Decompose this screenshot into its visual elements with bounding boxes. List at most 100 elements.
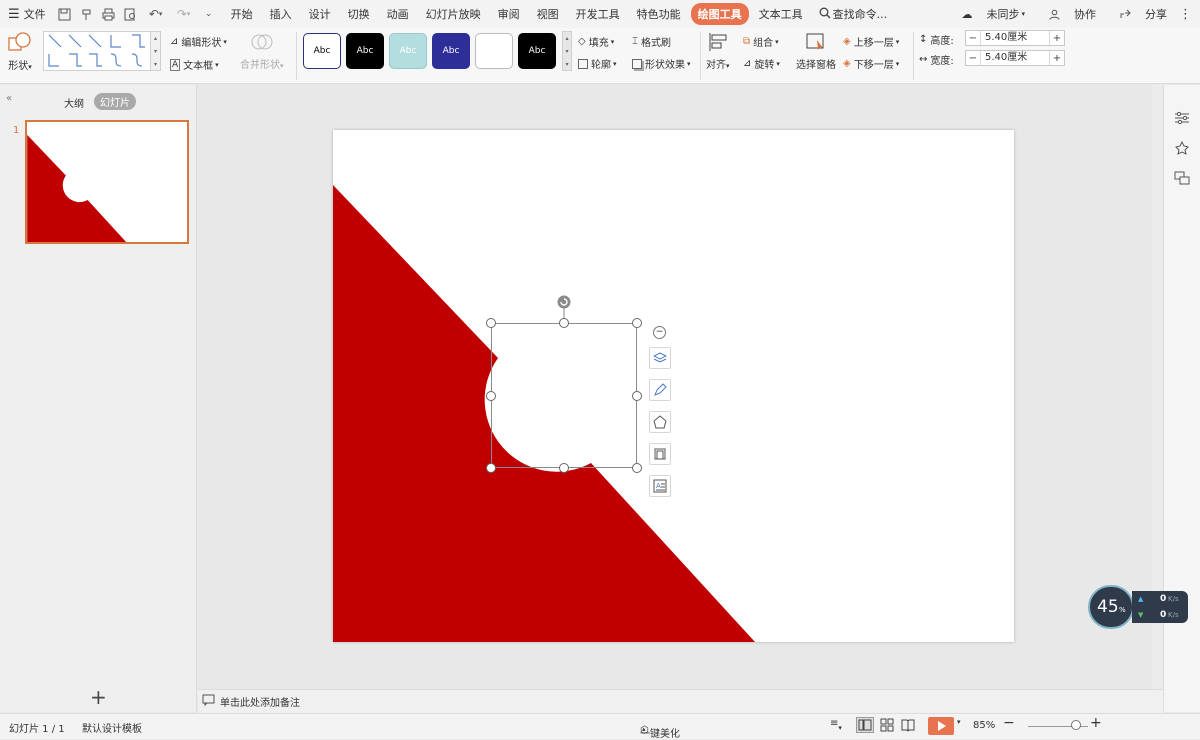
outline-button[interactable]: 轮廓 ▾ <box>578 56 617 71</box>
text-wrap-icon[interactable]: A <box>649 475 671 497</box>
add-slide-button[interactable]: + <box>90 685 107 709</box>
bring-forward-button[interactable]: ◈ 上移一层 ▾ <box>843 34 899 49</box>
file-menu[interactable]: ☰ 文件 <box>8 6 46 22</box>
resize-handle-sw[interactable] <box>486 463 496 473</box>
zoom-in-button[interactable]: + <box>1090 715 1102 731</box>
slideshow-options-icon[interactable]: ▾ <box>957 718 961 726</box>
fill-bucket-icon: ◇ <box>578 36 586 47</box>
redo-icon[interactable]: ↷ ▾ <box>174 7 194 21</box>
width-field[interactable]: − 5.40厘米 + <box>965 50 1065 66</box>
slide[interactable] <box>333 130 1014 642</box>
tab-slideshow[interactable]: 幻灯片放映 <box>419 3 488 25</box>
tab-slides[interactable]: 幻灯片 <box>94 93 136 110</box>
more-icon[interactable]: ⋮ <box>1179 7 1192 22</box>
resize-handle-ne[interactable] <box>632 318 642 328</box>
animation-icon[interactable] <box>1174 140 1190 158</box>
text-box-button[interactable]: A 文本框 ▾ <box>170 57 219 72</box>
width-decrease-button[interactable]: − <box>966 53 980 64</box>
width-increase-button[interactable]: + <box>1050 53 1064 64</box>
merge-shape-button[interactable]: 合并形状▾ <box>240 32 284 71</box>
line-shapes-gallery[interactable] <box>43 31 151 71</box>
zoom-level[interactable]: 85% <box>973 720 995 731</box>
format-painter-quick-icon[interactable] <box>80 7 94 21</box>
network-speed-widget[interactable]: 45 % ▲ 0 K/s ▼ 0 K/s <box>1088 585 1188 629</box>
crop-icon[interactable] <box>649 443 671 465</box>
tab-animation[interactable]: 动画 <box>380 3 416 25</box>
tab-view[interactable]: 视图 <box>530 3 566 25</box>
layers-icon[interactable] <box>649 347 671 369</box>
fill-button[interactable]: ◇ 填充 ▾ <box>578 34 614 49</box>
shape-fill-icon[interactable] <box>649 411 671 433</box>
save-icon[interactable] <box>58 7 72 21</box>
shape-button[interactable]: 形状▾ <box>8 32 32 72</box>
notes-toggle-icon[interactable]: ≡ ▾ <box>830 718 842 732</box>
collab-button[interactable]: 协作 <box>1037 6 1096 22</box>
collapse-tools-icon[interactable]: − <box>653 326 666 339</box>
share-button[interactable]: 分享 <box>1108 6 1167 22</box>
print-icon[interactable] <box>102 7 116 21</box>
menu-bar: ☰ 文件 ↶ ▾ ↷ ▾ ⌄ 开始 插入 设计 切换 动画 幻灯片放映 审阅 视图 … <box>0 0 1200 28</box>
resize-handle-s[interactable] <box>559 463 569 473</box>
customize-quick-access-icon[interactable]: ⌄ <box>202 7 216 21</box>
resize-handle-n[interactable] <box>559 318 569 328</box>
send-backward-button[interactable]: ◈ 下移一层 ▾ <box>843 56 899 71</box>
rotate-button[interactable]: ⊿ 旋转 ▾ <box>743 56 780 71</box>
shape-style-black-2[interactable]: Abc <box>518 33 556 69</box>
zoom-out-button[interactable]: − <box>1003 715 1015 731</box>
cpu-percent-unit: % <box>1119 606 1126 614</box>
send-backward-icon: ◈ <box>843 58 851 69</box>
print-preview-icon[interactable] <box>124 7 138 21</box>
height-value[interactable]: 5.40厘米 <box>980 31 1050 45</box>
tab-transition[interactable]: 切换 <box>341 3 377 25</box>
tab-home[interactable]: 开始 <box>224 3 260 25</box>
group-button[interactable]: ⧉ 组合 ▾ <box>743 34 779 49</box>
resize-handle-w[interactable] <box>486 391 496 401</box>
transition-icon[interactable] <box>1174 171 1190 188</box>
resize-handle-nw[interactable] <box>486 318 496 328</box>
resize-handle-e[interactable] <box>632 391 642 401</box>
template-name[interactable]: 默认设计模板 <box>82 720 142 735</box>
tab-outline[interactable]: 大纲 <box>64 95 84 110</box>
shape-style-teal[interactable]: Abc <box>389 33 427 69</box>
tab-features[interactable]: 特色功能 <box>630 3 688 25</box>
selection-pane-button[interactable]: 选择窗格 <box>796 32 836 71</box>
tab-text-tools[interactable]: 文本工具 <box>752 3 810 25</box>
height-field[interactable]: − 5.40厘米 + <box>965 30 1065 46</box>
play-icon <box>938 721 946 731</box>
property-settings-icon[interactable] <box>1174 111 1190 128</box>
align-button[interactable]: 对齐▾ <box>706 32 730 71</box>
tab-insert[interactable]: 插入 <box>263 3 299 25</box>
gallery-scroll[interactable]: ▴ ▾ ▾ <box>151 31 161 71</box>
tab-review[interactable]: 审阅 <box>491 3 527 25</box>
tab-developer[interactable]: 开发工具 <box>569 3 627 25</box>
slide-thumbnail[interactable] <box>25 120 189 244</box>
sync-status[interactable]: ☁ 未同步 ▾ <box>949 6 1025 22</box>
notes-bar[interactable]: 单击此处添加备注 <box>198 689 1163 713</box>
undo-icon[interactable]: ↶ ▾ <box>146 7 166 21</box>
rotate-handle[interactable] <box>557 295 571 309</box>
tab-design[interactable]: 设计 <box>302 3 338 25</box>
zoom-slider-thumb[interactable] <box>1071 720 1081 730</box>
tab-drawing-tools[interactable]: 绘图工具 <box>690 3 749 25</box>
command-search[interactable]: 查找命令... <box>819 6 887 22</box>
height-decrease-button[interactable]: − <box>966 33 980 44</box>
format-painter-button[interactable]: ⌶ 格式刷 <box>632 34 671 49</box>
slide-sorter-icon[interactable] <box>880 718 894 735</box>
red-triangle-shape[interactable] <box>333 185 755 642</box>
style-gallery-scroll[interactable]: ▴ ▾ ▾ <box>562 31 572 71</box>
normal-view-icon[interactable] <box>856 717 874 733</box>
resize-handle-se[interactable] <box>632 463 642 473</box>
shape-effect-button[interactable]: 形状效果 ▾ <box>632 56 691 71</box>
edit-shape-button[interactable]: ⊿ 编辑形状 ▾ <box>170 34 227 49</box>
download-speed: 0 <box>1160 610 1167 620</box>
height-increase-button[interactable]: + <box>1050 33 1064 44</box>
shape-style-black[interactable]: Abc <box>346 33 384 69</box>
shape-style-blank[interactable] <box>475 33 513 69</box>
play-slideshow-button[interactable] <box>928 717 954 735</box>
group-icon: ⧉ <box>743 36 751 47</box>
width-value[interactable]: 5.40厘米 <box>980 51 1050 65</box>
reading-view-icon[interactable] <box>901 718 915 735</box>
pen-icon[interactable] <box>649 379 671 401</box>
shape-style-navy[interactable]: Abc <box>432 33 470 69</box>
shape-style-white[interactable]: Abc <box>303 33 341 69</box>
